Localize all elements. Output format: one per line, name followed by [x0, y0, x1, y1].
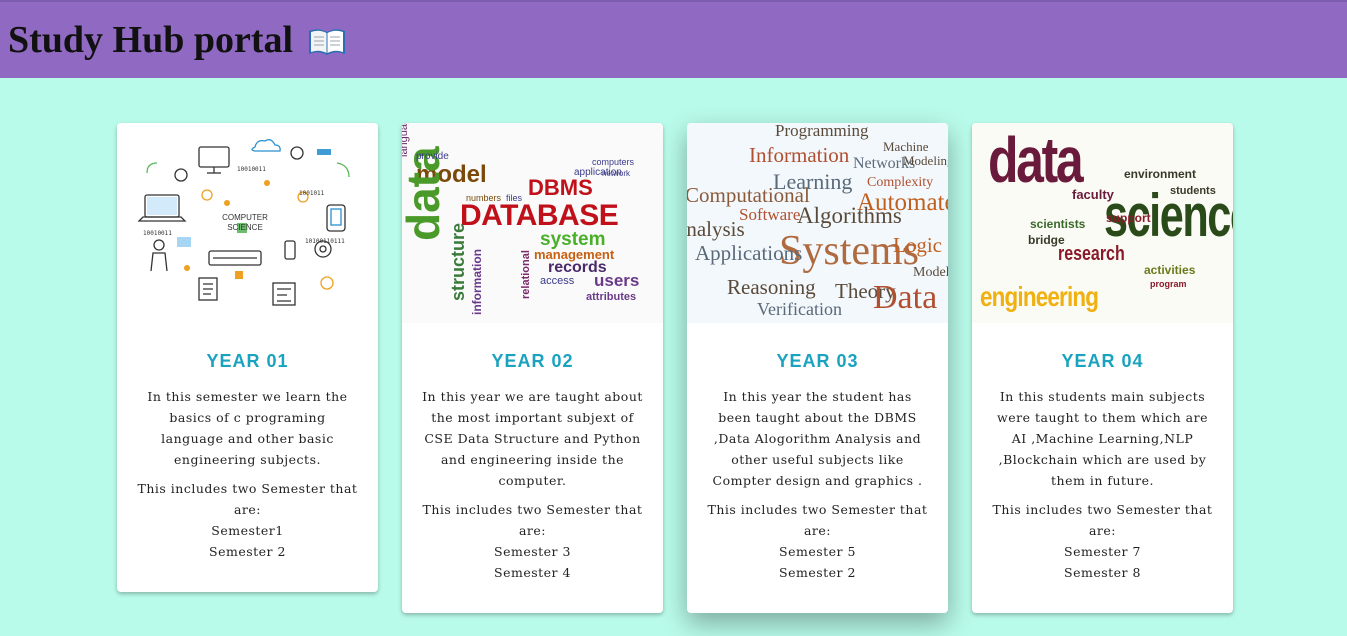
image-label-computer: COMPUTER [222, 213, 268, 222]
open-book-icon [307, 24, 347, 56]
semester-item: Semester 3 [494, 544, 571, 559]
wordcloud-word: Logic [893, 233, 942, 257]
data-science-wordcloud-image: data science engineering research scient… [972, 123, 1233, 323]
wordcloud-word: Information [749, 143, 850, 167]
year-description: In this students main subjects were taug… [997, 389, 1208, 488]
wordcloud-word: network [602, 169, 631, 178]
wordcloud-word: environment [1124, 167, 1197, 181]
wordcloud-word: DBMS [528, 175, 593, 200]
wordcloud-word: Modeling [903, 153, 948, 168]
wordcloud-word: students [1170, 185, 1216, 197]
card-body-4: YEAR 04 In this students main subjects w… [972, 323, 1233, 583]
wordcloud-word: analysis [687, 217, 745, 241]
wordcloud-word: support [1106, 211, 1151, 225]
semester-item: Semester 4 [494, 565, 571, 580]
year-description: In this year the student has been taught… [712, 389, 923, 488]
image-binary-2: 10010011 [143, 230, 172, 237]
wordcloud-word: Verification [757, 299, 842, 319]
semester-item: Semester 7 [1064, 544, 1141, 559]
year-heading: YEAR 04 [1061, 351, 1144, 371]
wordcloud-word: Automated [857, 189, 948, 216]
year-card-1: COMPUTER SCIENCE 10010011 10010011 10010… [117, 123, 378, 592]
wordcloud-word: activities [1144, 263, 1196, 277]
wordcloud-word: access [540, 275, 575, 287]
semester-item: Semester 2 [209, 544, 286, 559]
wordcloud-word: provide [416, 151, 449, 162]
wordcloud-word: scientists [1030, 217, 1086, 231]
wordcloud-word: Programming [775, 123, 869, 140]
year-description: In this year we are taught about the mos… [422, 389, 643, 488]
wordcloud-word: Reasoning [727, 275, 816, 299]
year-card-2: language model data DBMS DATABASE struct… [402, 123, 663, 613]
wordcloud-word: Software [739, 205, 801, 224]
image-binary-4: 10100110111 [305, 238, 345, 245]
wordcloud-word: DATABASE [460, 199, 619, 232]
wordcloud-word: attributes [586, 291, 637, 303]
wordcloud-word: engineering [980, 281, 1099, 312]
page-title-text: Study Hub portal [8, 19, 294, 61]
wordcloud-word: research [1058, 243, 1125, 265]
image-binary-3: 1001011 [299, 190, 325, 197]
image-label-science: SCIENCE [227, 223, 263, 232]
wordcloud-word: Applications [695, 241, 803, 265]
wordcloud-word: Data [873, 279, 938, 316]
computer-science-wordcloud-image: Programming Information Learning Computa… [687, 123, 948, 323]
image-binary-1: 10010011 [237, 166, 266, 173]
card-body-2: YEAR 02 In this year we are taught about… [402, 323, 663, 583]
top-header: Study Hub portal [0, 0, 1347, 78]
page-title: Study Hub portal [8, 18, 347, 62]
wordcloud-word: computers [592, 157, 635, 167]
database-wordcloud-image: language model data DBMS DATABASE struct… [402, 123, 663, 323]
wordcloud-word: Models [913, 265, 948, 280]
card-body-3: YEAR 03 In this year the student has bee… [687, 323, 948, 583]
wordcloud-word: data [988, 124, 1084, 196]
year-heading: YEAR 02 [491, 351, 574, 371]
wordcloud-word: users [594, 271, 640, 290]
year-heading: YEAR 01 [206, 351, 289, 371]
year-card-3: Programming Information Learning Computa… [687, 123, 948, 613]
semester-intro: This includes two Semester that are: [707, 502, 928, 538]
wordcloud-word: information [470, 249, 484, 315]
wordcloud-word: faculty [1072, 187, 1114, 202]
wordcloud-word: bridge [1028, 233, 1065, 247]
semester-intro: This includes two Semester that are: [422, 502, 643, 538]
semester-intro: This includes two Semester that are: [992, 502, 1213, 538]
semester-item: Semester 5 [779, 544, 856, 559]
semester-item: Semester1 [211, 523, 284, 538]
semester-intro: This includes two Semester that are: [137, 481, 358, 517]
wordcloud-word: structure [448, 222, 468, 301]
wordcloud-word: Complexity [867, 175, 934, 190]
computer-science-image: COMPUTER SCIENCE 10010011 10010011 10010… [117, 123, 378, 323]
wordcloud-word: relational [520, 250, 532, 299]
year-card-4: data science engineering research scient… [972, 123, 1233, 613]
card-body-1: YEAR 01 In this semester we learn the ba… [117, 323, 378, 562]
wordcloud-word: numbers [466, 193, 502, 203]
year-heading: YEAR 03 [776, 351, 859, 371]
year-description: In this semester we learn the basics of … [147, 389, 348, 467]
wordcloud-word: program [1150, 279, 1187, 289]
semester-item: Semester 8 [1064, 565, 1141, 580]
semester-item: Semester 2 [779, 565, 856, 580]
wordcloud-word: files [506, 193, 523, 203]
